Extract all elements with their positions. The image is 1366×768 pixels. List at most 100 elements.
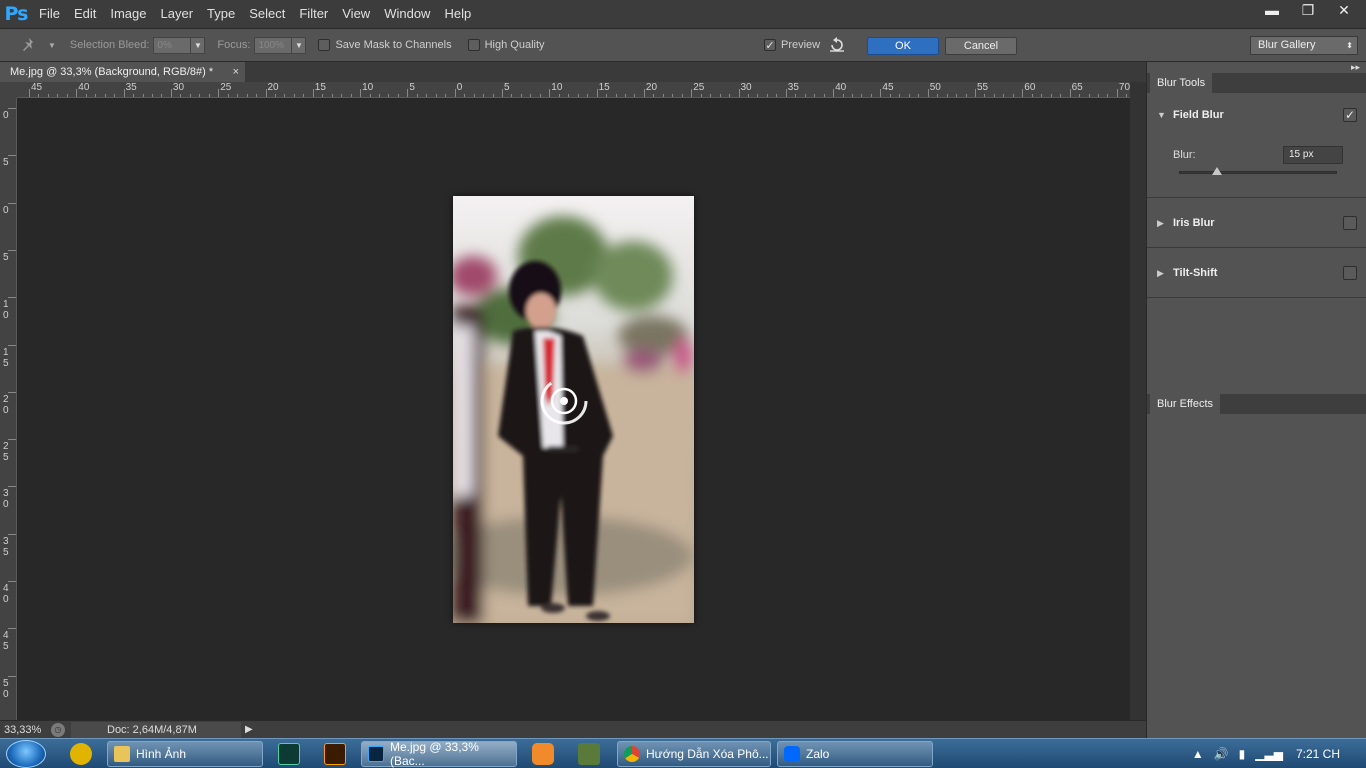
- photo-image[interactable]: [453, 196, 694, 623]
- ruler-label: 35: [3, 535, 9, 558]
- taskbar-explorer[interactable]: Hình Ảnh: [107, 741, 263, 767]
- blur-slider-thumb[interactable]: [1211, 167, 1222, 175]
- ruler-label: 35: [125, 82, 137, 93]
- vertical-ruler[interactable]: 0505101520253035404550: [0, 98, 17, 720]
- ruler-label: 20: [267, 82, 279, 93]
- document-tab[interactable]: Me.jpg @ 33,3% (Background, RGB/8#) * ×: [0, 62, 245, 82]
- menu-image[interactable]: Image: [103, 0, 153, 28]
- horizontal-ruler[interactable]: 45 40 35 30 25 20 15 10 5 0 5 10 15 20 25 30 35 40 45 50 55 6…: [17, 82, 1130, 98]
- field-blur-header[interactable]: ▼ Field Blur ✓: [1147, 93, 1366, 137]
- ruler-tick: [8, 439, 16, 441]
- ruler-minor-tick: [653, 94, 655, 97]
- status-info-icon[interactable]: ◷: [51, 722, 65, 737]
- ruler-minor-tick: [483, 94, 485, 97]
- tab-blur-tools[interactable]: Blur Tools: [1150, 73, 1213, 93]
- iris-blur-checkbox[interactable]: [1343, 216, 1357, 230]
- taskbar-photoshop[interactable]: Me.jpg @ 33,3% (Bac...: [361, 740, 517, 768]
- ruler-minor-tick: [237, 94, 239, 97]
- ruler-minor-tick: [1126, 94, 1128, 97]
- reset-pins-icon[interactable]: [828, 37, 846, 53]
- save-mask-checkbox[interactable]: [318, 39, 331, 51]
- flashget-icon[interactable]: [70, 743, 92, 765]
- ruler-minor-tick: [937, 94, 939, 97]
- blur-effects-tab-bar: Blur Effects: [1147, 394, 1366, 414]
- focus-label: Focus:: [217, 39, 251, 51]
- chevron-updown-icon: ⬍: [1346, 41, 1353, 50]
- iris-blur-header[interactable]: ▶ Iris Blur: [1147, 198, 1366, 248]
- ruler-label: 15: [3, 346, 9, 369]
- ruler-label: 50: [929, 82, 941, 93]
- expanded-triangle-icon[interactable]: ▼: [1157, 110, 1169, 120]
- tilt-shift-header[interactable]: ▶ Tilt-Shift: [1147, 248, 1366, 298]
- menu-file[interactable]: File: [32, 0, 67, 28]
- taskbar-photoshop-label: Me.jpg @ 33,3% (Bac...: [390, 740, 479, 768]
- ruler-label: 0: [456, 82, 463, 93]
- field-blur-checkbox[interactable]: ✓: [1343, 108, 1357, 122]
- focus-dropdown[interactable]: ▼: [292, 36, 307, 54]
- menu-edit[interactable]: Edit: [67, 0, 103, 28]
- menu-filter[interactable]: Filter: [292, 0, 335, 28]
- blur-tools-tab-bar: Blur Tools: [1147, 73, 1366, 93]
- ruler-label: 55: [977, 82, 989, 93]
- tool-preset-dropdown[interactable]: ▼: [48, 41, 56, 50]
- ruler-minor-tick: [208, 94, 210, 97]
- volume-icon[interactable]: 🔊: [1214, 747, 1229, 761]
- restore-button[interactable]: ❐: [1294, 0, 1322, 20]
- workspace-select[interactable]: Blur Gallery ⬍: [1250, 36, 1358, 55]
- menu-layer[interactable]: Layer: [154, 0, 201, 28]
- focus-input[interactable]: 100%: [254, 36, 293, 54]
- selection-bleed-dropdown[interactable]: ▼: [191, 36, 206, 54]
- ruler-label: 25: [3, 441, 9, 464]
- menu-view[interactable]: View: [335, 0, 377, 28]
- ruler-minor-tick: [426, 94, 428, 97]
- ruler-label: 0: [3, 110, 9, 121]
- preview-checkbox[interactable]: ✓: [764, 39, 776, 52]
- network-signal-icon[interactable]: ▁▃▅: [1255, 747, 1283, 761]
- tray-expand-icon[interactable]: ▲: [1192, 747, 1204, 761]
- ruler-label: 20: [645, 82, 658, 93]
- ruler-corner[interactable]: [0, 82, 17, 98]
- ruler-minor-tick: [47, 94, 49, 97]
- ruler-minor-tick: [331, 94, 333, 97]
- ruler-minor-tick: [908, 94, 910, 97]
- start-button[interactable]: [6, 740, 46, 768]
- taskbar-zalo[interactable]: Zalo: [777, 741, 933, 767]
- clock[interactable]: 7:21 CH: [1296, 747, 1340, 761]
- high-quality-checkbox[interactable]: [467, 39, 480, 51]
- ok-button[interactable]: OK: [867, 37, 939, 55]
- tab-blur-effects[interactable]: Blur Effects: [1150, 394, 1221, 414]
- minimize-button[interactable]: ▬: [1258, 0, 1286, 20]
- app-icon[interactable]: [532, 743, 554, 765]
- selection-bleed-input[interactable]: 0%: [153, 36, 192, 54]
- power-icon[interactable]: ▮: [1239, 747, 1246, 761]
- ruler-minor-tick: [1050, 94, 1052, 97]
- menu-window[interactable]: Window: [377, 0, 437, 28]
- tilt-shift-checkbox[interactable]: [1343, 266, 1357, 280]
- ruler-label: 45: [882, 82, 894, 93]
- taskbar-explorer-label: Hình Ảnh: [136, 747, 187, 761]
- zoom-level[interactable]: 33,33%: [0, 724, 45, 736]
- field-blur-section: ▼ Field Blur ✓ Blur: 15 px: [1147, 93, 1366, 198]
- audition-icon[interactable]: [278, 743, 300, 765]
- menu-select[interactable]: Select: [242, 0, 292, 28]
- blur-slider-track[interactable]: [1179, 171, 1337, 174]
- menu-type[interactable]: Type: [200, 0, 242, 28]
- minecraft-icon[interactable]: [578, 743, 600, 765]
- menu-help[interactable]: Help: [437, 0, 478, 28]
- ruler-tick: [8, 249, 16, 251]
- vertical-scrollbar[interactable]: [1130, 82, 1146, 720]
- pin-tool-icon[interactable]: [20, 36, 48, 54]
- ruler-tick: [8, 297, 16, 299]
- status-menu-arrow-icon[interactable]: ▶: [245, 724, 253, 735]
- illustrator-icon[interactable]: [324, 743, 346, 765]
- close-tab-icon[interactable]: ×: [233, 62, 239, 82]
- close-button[interactable]: ✕: [1330, 0, 1358, 20]
- taskbar-chrome[interactable]: Hướng Dẫn Xóa Phô...: [617, 741, 771, 767]
- blur-effects-body: [1147, 414, 1366, 738]
- window-controls: ▬ ❐ ✕: [1250, 0, 1358, 20]
- blur-amount-input[interactable]: 15 px: [1283, 146, 1343, 164]
- cancel-button[interactable]: Cancel: [945, 37, 1017, 55]
- ruler-label: 60: [1024, 82, 1036, 93]
- collapsed-triangle-icon[interactable]: ▶: [1157, 218, 1169, 229]
- collapsed-triangle-icon[interactable]: ▶: [1157, 268, 1169, 279]
